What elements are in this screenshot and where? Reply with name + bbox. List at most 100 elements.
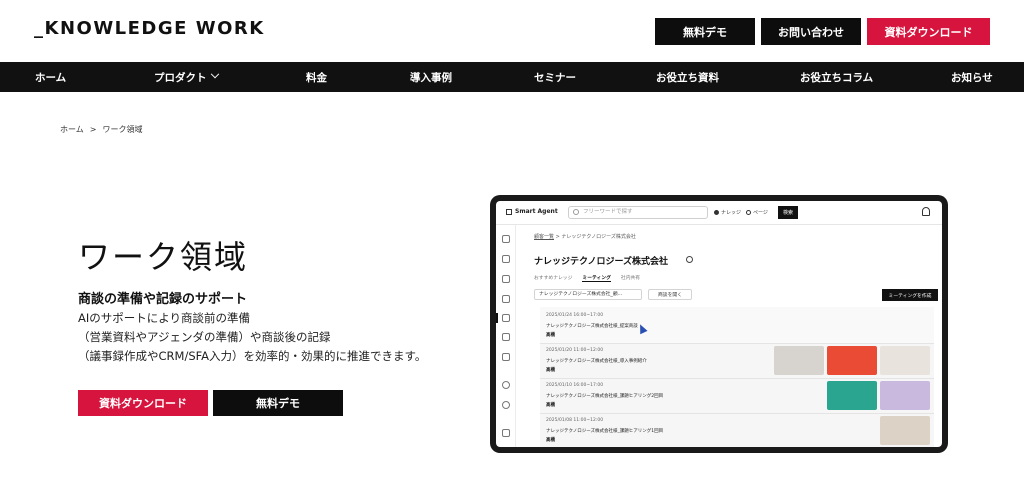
meeting-title: ナレッジテクノロジーズ株式会社様_提案商談 bbox=[546, 324, 638, 329]
calendar-icon bbox=[502, 333, 510, 341]
nav-item-product[interactable]: プロダクト bbox=[154, 62, 219, 92]
breadcrumb: ホーム > ワーク領域 bbox=[60, 124, 142, 135]
meeting-owner: 高橋 bbox=[546, 438, 555, 443]
meeting-datetime: 2025/01/08 11:00~12:00 bbox=[546, 418, 604, 423]
app-logo-icon bbox=[506, 208, 512, 215]
mockup-meeting-list: 2025/01/24 16:00~17:00 ナレッジテクノロジーズ株式会社様_… bbox=[540, 307, 934, 447]
help-icon bbox=[502, 401, 510, 409]
cta-download-button[interactable]: 資料ダウンロード bbox=[78, 390, 208, 416]
cta-demo-button[interactable]: 無料デモ bbox=[213, 390, 343, 416]
main-nav: ホーム プロダクト 料金 導入事例 セミナー お役立ち資料 お役立ちコラム お知… bbox=[0, 62, 1024, 92]
list-item: 2025/01/08 11:00~12:00 ナレッジテクノロジーズ株式会社様_… bbox=[540, 412, 934, 447]
mockup-radio-page: ページ bbox=[746, 209, 768, 216]
meeting-owner: 高橋 bbox=[546, 368, 555, 373]
sidebar-active-indicator bbox=[496, 313, 498, 323]
mockup-radio-knowledge: ナレッジ bbox=[714, 209, 741, 216]
nav-item-news[interactable]: お知らせ bbox=[951, 62, 993, 92]
nav-item-label: 導入事例 bbox=[410, 71, 452, 84]
mockup-breadcrumb-separator: > bbox=[555, 234, 560, 240]
mockup-radio-label: ページ bbox=[753, 210, 768, 216]
graduation-cap-icon bbox=[502, 295, 510, 303]
mockup-breadcrumb-current: ナレッジテクノロジーズ株式会社 bbox=[561, 234, 636, 240]
list-item: 2025/01/20 11:00~12:00 ナレッジテクノロジーズ株式会社様_… bbox=[540, 342, 934, 379]
mockup-search-placeholder: フリーワードで探す bbox=[583, 209, 633, 215]
mockup-screen: Smart Agent フリーワードで探す ナレッジ ページ 検索 顧客一覧 >… bbox=[496, 201, 942, 447]
mockup-radio-label: ナレッジ bbox=[721, 210, 742, 216]
mouse-cursor-icon bbox=[636, 322, 648, 335]
thumbnail-image bbox=[880, 346, 930, 375]
mockup-deal-select: ナレッジテクノロジーズ株式会社_顧... bbox=[534, 289, 642, 300]
thumbnail-image bbox=[880, 416, 930, 445]
product-screenshot-mockup: Smart Agent フリーワードで探す ナレッジ ページ 検索 顧客一覧 >… bbox=[490, 195, 948, 453]
nav-item-label: プロダクト bbox=[154, 71, 207, 84]
mockup-breadcrumb-link: 顧客一覧 bbox=[534, 234, 555, 240]
mockup-brand-label: Smart Agent bbox=[515, 208, 558, 215]
mockup-tabs: おすすめナレッジ ミーティング 社内共有 bbox=[534, 274, 640, 282]
avatar bbox=[502, 381, 510, 389]
meeting-datetime: 2025/01/10 16:00~17:00 bbox=[546, 383, 604, 388]
meeting-owner: 高橋 bbox=[546, 403, 555, 408]
list-item: 2025/01/10 16:00~17:00 ナレッジテクノロジーズ株式会社様_… bbox=[540, 377, 934, 414]
hero-subtitle: 商談の準備や記録のサポート bbox=[78, 292, 248, 307]
nav-item-label: セミナー bbox=[534, 71, 576, 84]
mockup-search-input: フリーワードで探す bbox=[568, 206, 708, 219]
breadcrumb-current: ワーク領域 bbox=[102, 125, 143, 134]
nav-item-label: お役立ち資料 bbox=[656, 71, 719, 84]
thumbnail-image bbox=[827, 346, 877, 375]
thumbnail-image bbox=[774, 346, 824, 375]
mockup-search-button: 検索 bbox=[778, 206, 798, 219]
list-item: 2025/01/24 16:00~17:00 ナレッジテクノロジーズ株式会社様_… bbox=[540, 307, 934, 344]
search-icon bbox=[573, 209, 579, 215]
hero-description-line: AIのサポートにより商談前の準備 bbox=[78, 311, 251, 325]
nav-item-label: 料金 bbox=[306, 71, 327, 84]
nav-item-label: ホーム bbox=[35, 71, 67, 84]
mockup-brand: Smart Agent bbox=[506, 208, 558, 215]
thumbnail-image bbox=[880, 381, 930, 410]
nav-item-label: お知らせ bbox=[951, 71, 993, 84]
chevron-down-icon bbox=[210, 69, 219, 79]
home-icon bbox=[502, 235, 510, 243]
hero-description-line: （営業資料やアジェンダの準備）や商談後の記録 bbox=[78, 330, 331, 344]
site-logo[interactable]: _KNOWLEDGE WORK bbox=[34, 18, 265, 39]
breadcrumb-separator: > bbox=[89, 125, 97, 134]
mockup-open-deal-button: 商談を開く bbox=[648, 289, 692, 300]
meeting-title: ナレッジテクノロジーズ株式会社様_課題ヒアリング1回目 bbox=[546, 429, 664, 434]
nav-item-columns[interactable]: お役立ちコラム bbox=[800, 62, 873, 92]
nav-item-label: お役立ちコラム bbox=[800, 71, 874, 84]
mockup-company-title: ナレッジテクノロジーズ株式会社 bbox=[534, 257, 669, 267]
radio-selected-icon bbox=[714, 210, 719, 215]
video-icon bbox=[502, 275, 510, 283]
meeting-owner: 高橋 bbox=[546, 333, 555, 338]
bell-icon bbox=[922, 207, 930, 216]
nav-item-pricing[interactable]: 料金 bbox=[306, 62, 327, 92]
free-demo-button[interactable]: 無料デモ bbox=[655, 18, 755, 45]
mockup-breadcrumb: 顧客一覧 > ナレッジテクノロジーズ株式会社 bbox=[534, 233, 636, 240]
download-materials-button[interactable]: 資料ダウンロード bbox=[867, 18, 990, 45]
nav-item-home[interactable]: ホーム bbox=[35, 62, 66, 92]
thumbnail-image bbox=[827, 381, 877, 410]
share-icon bbox=[502, 353, 510, 361]
hero-description: AIのサポートにより商談前の準備 （営業資料やアジェンダの準備）や商談後の記録 … bbox=[78, 309, 478, 366]
hero-description-line: （議事録作成やCRM/SFA入力）を効率的・効果的に推進できます。 bbox=[78, 349, 427, 363]
mockup-create-meeting-button: ミーティングを作成 bbox=[882, 289, 938, 301]
page-title: ワーク領域 bbox=[78, 238, 249, 276]
info-icon bbox=[686, 256, 693, 263]
nav-item-case-studies[interactable]: 導入事例 bbox=[410, 62, 452, 92]
book-icon bbox=[502, 255, 510, 263]
breadcrumb-home[interactable]: ホーム bbox=[60, 124, 84, 135]
radio-unselected-icon bbox=[746, 210, 751, 215]
mockup-tab-recommended: おすすめナレッジ bbox=[534, 276, 573, 281]
meeting-datetime: 2025/01/24 16:00~17:00 bbox=[546, 313, 604, 318]
contact-button[interactable]: お問い合わせ bbox=[761, 18, 861, 45]
meeting-title: ナレッジテクノロジーズ株式会社様_導入事例紹介 bbox=[546, 359, 647, 364]
mockup-topbar: Smart Agent フリーワードで探す ナレッジ ページ 検索 bbox=[496, 201, 942, 225]
mockup-tab-meetings: ミーティング bbox=[582, 276, 611, 282]
nav-item-seminar[interactable]: セミナー bbox=[534, 62, 576, 92]
meeting-title: ナレッジテクノロジーズ株式会社様_課題ヒアリング2回目 bbox=[546, 394, 664, 399]
meeting-datetime: 2025/01/20 11:00~12:00 bbox=[546, 348, 604, 353]
mockup-tab-internal-share: 社内共有 bbox=[620, 276, 641, 281]
collapse-sidebar-icon bbox=[502, 429, 510, 437]
nav-item-resources[interactable]: お役立ち資料 bbox=[656, 62, 719, 92]
mockup-sidebar bbox=[496, 225, 516, 447]
building-icon bbox=[502, 314, 510, 322]
